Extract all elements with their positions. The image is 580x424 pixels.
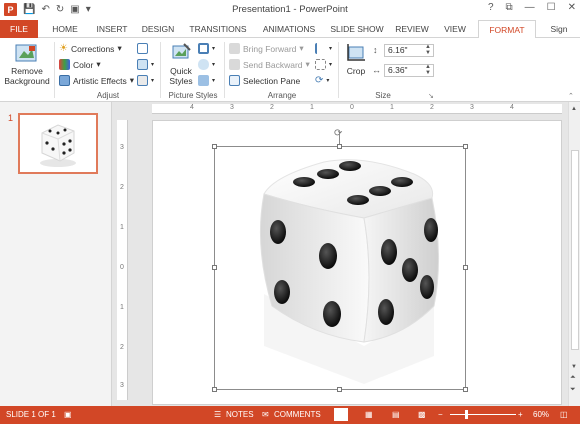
tab-file[interactable]: FILE <box>0 20 38 38</box>
slide-show-icon[interactable]: ▩ <box>418 410 426 419</box>
slide-count: SLIDE 1 OF 1 <box>6 410 56 419</box>
sign-in-link[interactable]: Sign <box>544 20 574 38</box>
resize-handle-right[interactable] <box>463 265 468 270</box>
send-backward-button[interactable]: Send Backward ▾ <box>229 59 310 70</box>
reading-view-icon[interactable]: ▤ <box>392 410 400 419</box>
resize-handle-bottom-left[interactable] <box>212 387 217 392</box>
window-controls: ? ⧉ — ☐ ✕ <box>488 2 576 13</box>
resize-handle-top[interactable] <box>337 144 342 149</box>
bring-forward-icon <box>229 43 240 54</box>
color-button[interactable]: Color ▾ <box>59 59 101 70</box>
resize-handle-top-left[interactable] <box>212 144 217 149</box>
width-icon: ↔ <box>372 65 381 75</box>
rotate-handle-icon[interactable]: ⟳ <box>334 128 342 139</box>
width-input[interactable]: 6.36" ▲ ▼ <box>384 64 434 77</box>
comments-button[interactable]: COMMENTS <box>274 410 321 419</box>
notes-icon[interactable]: ☰ <box>214 410 221 419</box>
slide-thumbnail[interactable] <box>18 113 98 174</box>
tab-slide-show[interactable]: SLIDE SHOW <box>328 20 386 38</box>
color-icon <box>59 59 70 70</box>
bring-forward-button[interactable]: Bring Forward ▾ <box>229 43 304 54</box>
height-icon: ↕ <box>373 45 378 55</box>
size-dialog-launcher-icon[interactable]: ↘ <box>428 92 434 100</box>
comments-icon[interactable]: ✉ <box>262 410 269 419</box>
resize-handle-bottom[interactable] <box>337 387 342 392</box>
close-icon[interactable]: ✕ <box>568 2 576 13</box>
tab-animations[interactable]: ANIMATIONS <box>258 20 320 38</box>
quick-styles-icon <box>170 42 192 64</box>
artistic-effects-button[interactable]: Artistic Effects ▾ <box>59 75 134 86</box>
vertical-scrollbar[interactable]: ▲ ▼ ⏶ ⏷ <box>568 102 580 406</box>
scrollbar-thumb[interactable] <box>571 150 579 350</box>
group-label-arrange: Arrange <box>267 91 297 100</box>
group-label-adjust: Adjust <box>96 91 120 100</box>
next-slide-icon[interactable]: ⏷ <box>570 386 576 394</box>
change-picture-icon[interactable]: ▾ <box>137 59 154 70</box>
help-icon[interactable]: ? <box>488 2 494 13</box>
rotate-icon[interactable]: ⟳ ▾ <box>315 75 329 86</box>
crop-button[interactable]: Crop <box>342 66 370 76</box>
zoom-out-icon[interactable]: − <box>438 410 443 419</box>
tab-home[interactable]: HOME <box>46 20 84 38</box>
tab-view[interactable]: VIEW <box>440 20 470 38</box>
scroll-down-icon[interactable]: ▼ <box>571 364 577 370</box>
tab-format[interactable]: FORMAT <box>478 20 536 39</box>
align-icon[interactable]: ▾ <box>315 43 332 54</box>
ribbon-display-icon[interactable]: ⧉ <box>506 2 513 13</box>
picture-selection-box <box>214 146 466 390</box>
zoom-in-icon[interactable]: + <box>518 410 523 419</box>
zoom-slider-thumb[interactable] <box>465 410 468 419</box>
ribbon-tabs: FILE HOME INSERT DESIGN TRANSITIONS ANIM… <box>0 20 580 39</box>
resize-handle-bottom-right[interactable] <box>463 387 468 392</box>
previous-slide-icon[interactable]: ⏶ <box>570 374 576 382</box>
tab-review[interactable]: REVIEW <box>392 20 432 38</box>
scroll-up-icon[interactable]: ▲ <box>571 106 577 112</box>
group-label-picture-styles: Picture Styles <box>168 91 218 100</box>
width-spinner-icon[interactable]: ▲ ▼ <box>425 64 431 76</box>
picture-effects-icon[interactable]: ▾ <box>198 59 215 70</box>
selection-pane-button[interactable]: Selection Pane <box>229 75 300 86</box>
remove-background-icon <box>14 43 38 63</box>
selection-pane-icon <box>229 75 240 86</box>
zoom-slider[interactable] <box>450 414 516 415</box>
quick-styles-button[interactable]: Quick Styles <box>164 66 198 86</box>
minimize-icon[interactable]: — <box>525 2 535 13</box>
resize-handle-left[interactable] <box>212 265 217 270</box>
collapse-ribbon-icon[interactable]: ⌃ <box>568 92 574 100</box>
tab-transitions[interactable]: TRANSITIONS <box>186 20 250 38</box>
vertical-ruler: 3 2 1 0 1 2 3 <box>117 120 128 400</box>
zoom-level[interactable]: 60% <box>533 410 549 419</box>
compress-pictures-icon[interactable] <box>137 43 148 54</box>
normal-view-icon[interactable] <box>334 408 348 421</box>
artistic-effects-icon <box>59 75 70 86</box>
notes-button[interactable]: NOTES <box>226 410 254 419</box>
slide-number-label: 1 <box>8 113 14 123</box>
group-label-size: Size <box>375 91 391 100</box>
status-bar: SLIDE 1 OF 1 ▣ ☰ NOTES ✉ COMMENTS ▦ ▤ ▩ … <box>0 406 580 424</box>
fit-slide-icon[interactable]: ◫ <box>560 410 568 419</box>
height-spinner-icon[interactable]: ▲ ▼ <box>425 44 431 56</box>
crop-icon <box>345 42 367 64</box>
reset-picture-icon[interactable]: ▾ <box>137 75 154 86</box>
title-bar: P 💾 ↶ ↻ ▣ ▾ Presentation1 - PowerPoint ?… <box>0 0 580 20</box>
maximize-icon[interactable]: ☐ <box>547 2 556 13</box>
remove-background-button[interactable]: Remove Background <box>2 66 52 86</box>
resize-handle-top-right[interactable] <box>463 144 468 149</box>
corrections-button[interactable]: ☀ Corrections ▾ <box>59 43 122 54</box>
spell-check-icon[interactable]: ▣ <box>64 410 72 419</box>
picture-layout-icon[interactable]: ▾ <box>198 75 215 86</box>
slide-sorter-icon[interactable]: ▦ <box>365 410 373 419</box>
group-objects-icon[interactable]: ▾ <box>315 59 332 70</box>
picture-border-icon[interactable]: ▾ <box>198 43 215 54</box>
send-backward-icon <box>229 59 240 70</box>
ribbon: Remove Background ☀ Corrections ▾ Color ▾ … <box>0 38 580 102</box>
height-input[interactable]: 6.16" ▲ ▼ <box>384 44 434 57</box>
tab-design[interactable]: DESIGN <box>138 20 178 38</box>
corrections-icon: ☀ <box>59 43 68 54</box>
tab-insert[interactable]: INSERT <box>92 20 132 38</box>
horizontal-ruler: 4 3 2 1 0 1 2 3 4 <box>152 104 562 114</box>
